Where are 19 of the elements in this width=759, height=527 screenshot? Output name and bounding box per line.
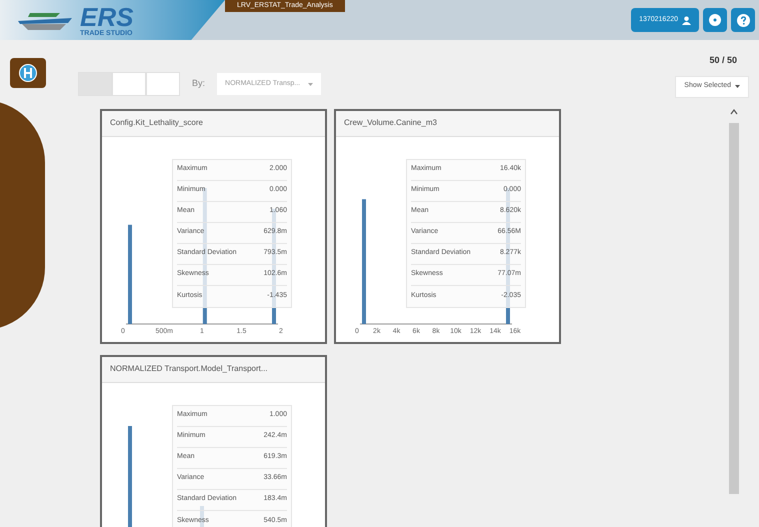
scroll-up-icon [730,108,738,114]
view-toggle[interactable] [112,72,146,96]
tools-button[interactable] [10,58,46,88]
card-title: NORMALIZED Transport.Model_Transport... [110,363,268,375]
view-toggle[interactable] [146,72,180,96]
settings-button[interactable] [703,8,727,32]
view-toggle[interactable] [78,72,112,96]
by-label: By: [192,77,206,90]
user-icon [682,16,691,24]
logo-text: ERS [80,4,134,30]
caret-icon [308,82,314,86]
selection-count: 50 / 50 [709,54,737,67]
circle-icon [709,14,721,26]
card-title: Config.Kit_Lethality_score [110,117,203,129]
help-icon [736,14,750,26]
scrollbar[interactable] [729,108,739,494]
help-button[interactable] [731,8,755,32]
card-title: Crew_Volume.Canine_m3 [344,117,437,129]
caret-icon [735,85,740,88]
